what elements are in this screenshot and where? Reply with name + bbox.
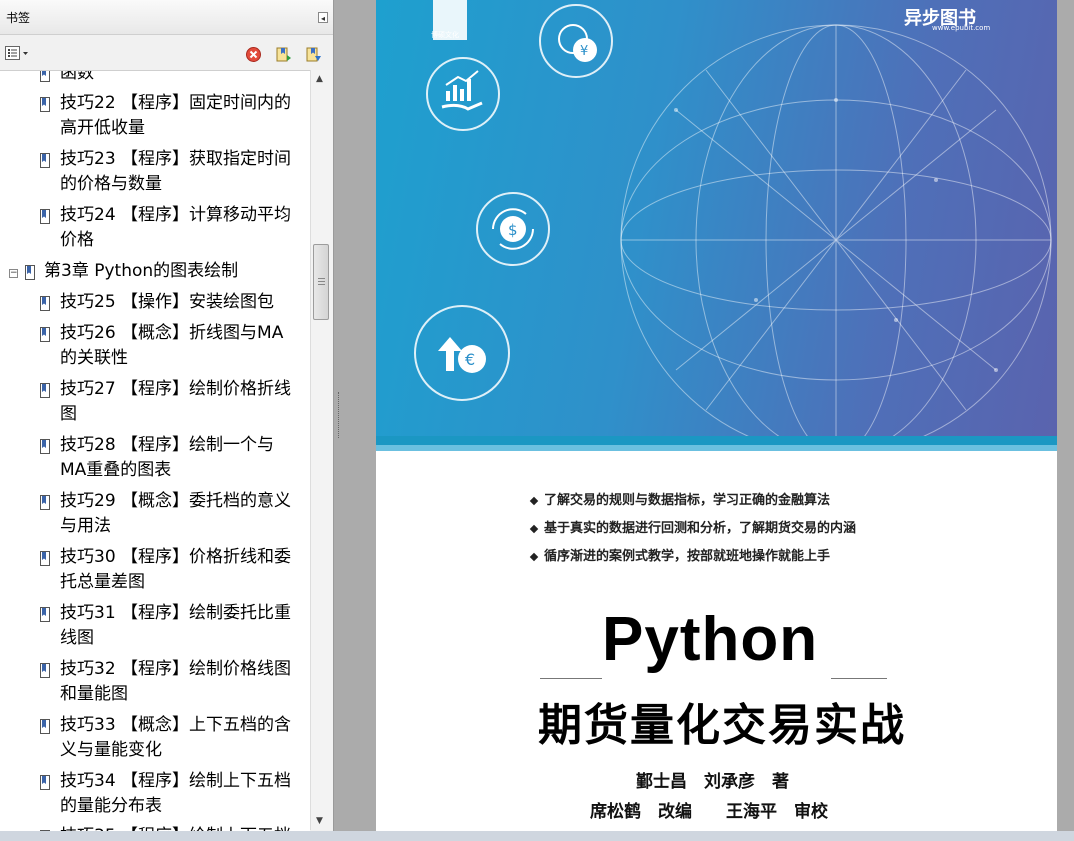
bookmark-item[interactable]: 技巧35 【程序】绘制上下五档	[60, 824, 305, 831]
expand-collapse-toggle[interactable]: −	[9, 269, 18, 278]
bookmark-chapter[interactable]: 第3章 Python的图表绘制	[44, 259, 289, 284]
title-rule-right	[831, 678, 887, 679]
brand-url: www.epubit.com	[932, 24, 991, 32]
bookmark-item[interactable]: 高开低收量	[60, 116, 305, 141]
cover-band	[376, 436, 1057, 445]
bookmark-item[interactable]: 技巧31 【程序】绘制委托比重	[60, 601, 305, 626]
cover-band-light	[376, 445, 1057, 451]
bookmark-item[interactable]: 技巧28 【程序】绘制一个与	[60, 433, 305, 458]
delete-bookmark-icon[interactable]	[245, 46, 262, 63]
bookmark-icon	[40, 97, 50, 112]
bookmark-item[interactable]: 价格	[60, 228, 305, 253]
options-menu-icon[interactable]	[5, 46, 29, 60]
splitter-grip[interactable]	[338, 392, 341, 438]
bookmark-icon	[25, 265, 35, 280]
bookmark-item[interactable]: 技巧25 【操作】安装绘图包	[60, 290, 305, 315]
bookmark-item[interactable]: 技巧34 【程序】绘制上下五档	[60, 769, 305, 794]
status-strip	[0, 831, 1074, 841]
bookmark-item[interactable]: 的价格与数量	[60, 172, 305, 197]
bookmark-item[interactable]: 技巧26 【概念】折线图与MA	[60, 321, 305, 346]
scroll-up-arrow-icon[interactable]: ▲	[316, 74, 323, 84]
publisher-name: 博硕文化	[431, 31, 459, 39]
bookmark-item[interactable]: 函数	[60, 71, 305, 86]
bookmark-icon	[40, 209, 50, 224]
bookmarks-panel: 书签 ◂ 函数技巧22 【程序】固定时间内的 高开低收量技巧23 【程序】获取指定…	[0, 0, 334, 841]
bookmark-icon	[40, 607, 50, 622]
bookmark-tree[interactable]: 函数技巧22 【程序】固定时间内的 高开低收量技巧23 【程序】获取指定时间 的价格…	[0, 70, 310, 831]
editors-line: 席松鹤 改编 王海平 审校	[590, 802, 828, 822]
bookmark-item[interactable]: 技巧22 【程序】固定时间内的	[60, 91, 305, 116]
svg-text:¥: ¥	[580, 44, 588, 59]
bookmark-icon	[40, 153, 50, 168]
euro-upload-icon: €	[414, 305, 510, 401]
bookmark-icon	[40, 663, 50, 678]
svg-text:$: $	[508, 221, 518, 239]
feature-bullet: 了解交易的规则与数据指标，学习正确的金融算法	[529, 489, 830, 508]
scrollbar-thumb[interactable]	[313, 244, 329, 320]
bookmark-icon	[40, 719, 50, 734]
bookmark-item[interactable]: 图	[60, 402, 305, 427]
scroll-down-arrow-icon[interactable]: ▼	[316, 816, 323, 826]
document-page: 博硕文化 异步图书 www.epubit.com ¥ $ € 了解交易的规则与数…	[376, 0, 1057, 831]
collapse-panel-button[interactable]: ◂	[318, 12, 328, 23]
bookmark-icon	[40, 439, 50, 454]
bookmark-icon	[40, 495, 50, 510]
bookmark-item[interactable]: 技巧27 【程序】绘制价格折线	[60, 377, 305, 402]
feature-bullet: 循序渐进的案例式教学，按部就班地操作就能上手	[529, 545, 830, 564]
book-title: Python	[602, 605, 819, 674]
bookmark-icon	[40, 71, 50, 82]
bookmark-item[interactable]: 技巧32 【程序】绘制价格线图	[60, 657, 305, 682]
feature-bullet: 基于真实的数据进行回测和分析，了解期货交易的内涵	[529, 517, 856, 536]
bookmark-item[interactable]: 技巧30 【程序】价格折线和委	[60, 545, 305, 570]
bookmark-item[interactable]: 义与量能变化	[60, 738, 305, 763]
bookmark-icon	[40, 296, 50, 311]
bookmark-icon	[40, 327, 50, 342]
bookmark-item[interactable]: 技巧33 【概念】上下五档的含	[60, 713, 305, 738]
expand-bookmark-icon[interactable]	[305, 46, 322, 63]
currency-yen-icon: ¥	[539, 4, 613, 78]
book-subtitle: 期货量化交易实战	[538, 700, 906, 751]
bookmark-icon	[40, 775, 50, 790]
panel-title: 书签	[6, 11, 31, 25]
bookmark-item[interactable]: 线图	[60, 626, 305, 651]
svg-text:€: €	[465, 350, 475, 369]
authors-line: 鄞士昌 刘承彦 著	[636, 772, 789, 792]
panel-header: 书签 ◂	[0, 0, 333, 35]
bookmark-scrollbar[interactable]: ▲ ▼	[310, 70, 333, 830]
bookmark-item[interactable]: 托总量差图	[60, 570, 305, 595]
bookmark-icon	[40, 551, 50, 566]
bookmark-item[interactable]: MA重叠的图表	[60, 458, 305, 483]
bookmark-icon	[40, 383, 50, 398]
cover-art: 博硕文化 异步图书 www.epubit.com ¥ $ €	[376, 0, 1057, 436]
title-rule-left	[540, 678, 602, 679]
dollar-cycle-icon: $	[476, 192, 550, 266]
growth-chart-hand-icon	[426, 57, 500, 131]
new-bookmark-icon[interactable]	[275, 46, 292, 63]
bookmark-item[interactable]: 和量能图	[60, 682, 305, 707]
bookmark-item[interactable]: 与用法	[60, 514, 305, 539]
bookmark-item[interactable]: 的量能分布表	[60, 794, 305, 819]
bookmark-item[interactable]: 的关联性	[60, 346, 305, 371]
bookmark-item[interactable]: 技巧24 【程序】计算移动平均	[60, 203, 305, 228]
bookmark-item[interactable]: 技巧23 【程序】获取指定时间	[60, 147, 305, 172]
bookmarks-toolbar	[0, 38, 333, 68]
bookmark-item[interactable]: 技巧29 【概念】委托档的意义	[60, 489, 305, 514]
